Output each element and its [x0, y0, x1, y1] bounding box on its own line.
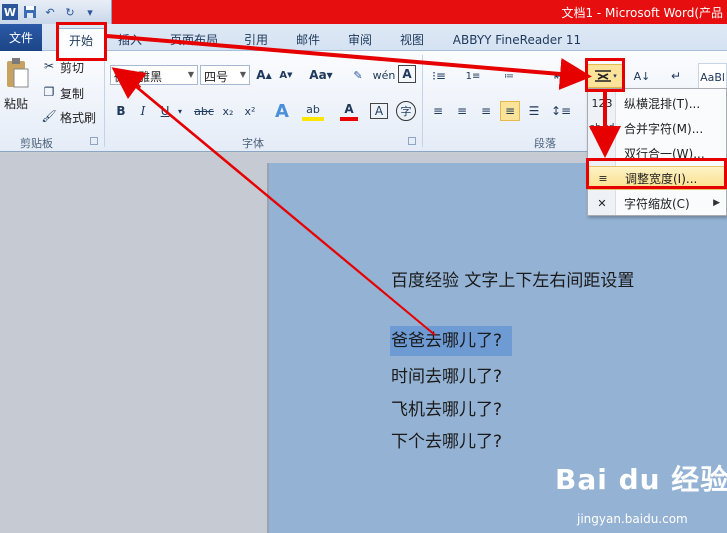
arrow-home-to-asian-layout: [106, 34, 592, 90]
watermark-brand: Bai du 经验: [555, 463, 727, 496]
arrow-text-to-font-box: [123, 75, 436, 336]
arrow-text-to-font-box-head: [111, 67, 147, 100]
watermark-url: jingyan.baidu.com: [577, 512, 688, 526]
watermark: Bai du 经验 jingyan.baidu.com: [555, 458, 727, 526]
annotation-arrows: [106, 34, 621, 336]
